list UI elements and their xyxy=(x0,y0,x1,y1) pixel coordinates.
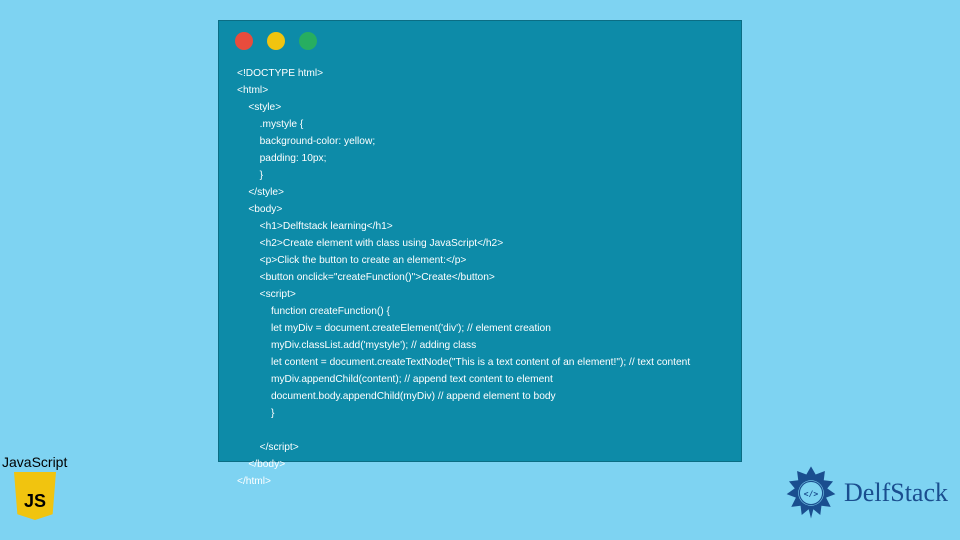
window-titlebar xyxy=(219,21,741,61)
javascript-logo-icon: JS xyxy=(14,472,56,520)
javascript-label: JavaScript xyxy=(2,454,78,470)
code-content: <!DOCTYPE html> <html> <style> .mystyle … xyxy=(219,61,741,500)
code-window: <!DOCTYPE html> <html> <style> .mystyle … xyxy=(218,20,742,462)
maximize-icon[interactable] xyxy=(299,32,317,50)
javascript-badge: JavaScript JS xyxy=(2,454,78,520)
svg-text:</>: </> xyxy=(804,488,819,498)
minimize-icon[interactable] xyxy=(267,32,285,50)
delfstack-logo-icon: </> xyxy=(782,464,840,522)
javascript-logo-text: JS xyxy=(14,491,56,512)
delfstack-brand: </> DelfStack xyxy=(782,464,948,522)
delfstack-brand-text: DelfStack xyxy=(844,478,948,508)
close-icon[interactable] xyxy=(235,32,253,50)
